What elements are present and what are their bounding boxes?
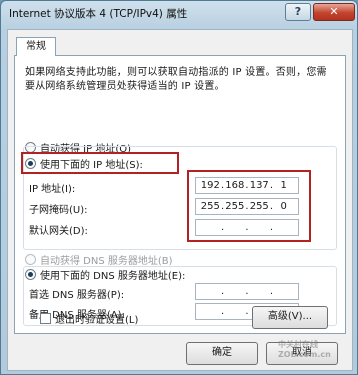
preferred-dns-label: 首选 DNS 服务器(P):	[29, 290, 125, 301]
ip-address-input[interactable]: 192. 168. 137. 1	[195, 177, 299, 194]
radio-selected-icon	[25, 158, 36, 169]
ip-address-label: IP 地址(I):	[29, 184, 76, 195]
subnet-mask-label: 子网掩码(U):	[29, 205, 88, 216]
manual-dns-label: 使用下面的 DNS 服务器地址(E):	[40, 271, 186, 282]
octet-separator: .	[220, 306, 225, 317]
ok-button[interactable]: 确定	[186, 342, 258, 365]
manual-ip-radio[interactable]: 使用下面的 IP 地址(S):	[25, 156, 143, 171]
octet-separator: .	[269, 222, 274, 233]
octet: 255	[249, 201, 269, 212]
watermark-text: 中关村在线 ZOL.com.cn	[278, 340, 331, 359]
help-button[interactable]: ?	[285, 3, 311, 21]
manual-ip-label: 使用下面的 IP 地址(S):	[40, 160, 143, 171]
octet: 255	[225, 201, 245, 212]
window-title: Internet 协议版本 4 (TCP/IPv4) 属性	[9, 8, 188, 20]
default-gateway-input[interactable]: . . .	[195, 219, 299, 236]
advanced-button[interactable]: 高级(V)...	[252, 306, 328, 329]
validate-on-exit-label: 退出时验证设置(L)	[55, 315, 139, 326]
octet: 137	[249, 180, 269, 191]
radio-selected-icon	[25, 269, 36, 280]
octet-separator: .	[245, 286, 249, 297]
description-text: 如果网络支持此功能，则可以获取自动指派的 IP 设置。否则，您需要从网络系统管理…	[25, 67, 327, 92]
octet-separator: .	[269, 286, 274, 297]
octet: 0	[280, 201, 287, 212]
general-panel: 如果网络支持此功能，则可以获取自动指派的 IP 设置。否则，您需要从网络系统管理…	[14, 55, 346, 334]
dialog-window: Internet 协议版本 4 (TCP/IPv4) 属性 ? ✕ 常规 如果网…	[0, 0, 358, 375]
title-bar[interactable]: Internet 协议版本 4 (TCP/IPv4) 属性 ? ✕	[1, 1, 357, 23]
close-button[interactable]: ✕	[313, 3, 355, 21]
octet: 168	[225, 180, 245, 191]
octet-separator: .	[220, 286, 225, 297]
auto-dns-radio[interactable]: 自动获得 DNS 服务器地址(B)	[25, 252, 173, 267]
radio-button-icon	[25, 254, 36, 265]
tab-general[interactable]: 常规	[16, 37, 56, 56]
octet: 255	[200, 201, 220, 212]
manual-dns-radio[interactable]: 使用下面的 DNS 服务器地址(E):	[25, 267, 185, 282]
subnet-mask-input[interactable]: 255. 255. 255. 0	[195, 198, 299, 215]
octet-separator: .	[220, 222, 225, 233]
validate-on-exit-checkbox[interactable]: 退出时验证设置(L)	[40, 311, 138, 326]
dialog-client-area: 常规 如果网络支持此功能，则可以获取自动指派的 IP 设置。否则，您需要从网络系…	[7, 29, 353, 371]
octet-separator: .	[245, 306, 249, 317]
auto-dns-label: 自动获得 DNS 服务器地址(B)	[40, 256, 173, 267]
octet: 1	[280, 180, 287, 191]
preferred-dns-input[interactable]: . . .	[195, 283, 299, 300]
octet: 192	[200, 180, 220, 191]
checkbox-icon	[40, 313, 51, 324]
default-gateway-label: 默认网关(D):	[29, 226, 88, 237]
octet-separator: .	[245, 222, 249, 233]
